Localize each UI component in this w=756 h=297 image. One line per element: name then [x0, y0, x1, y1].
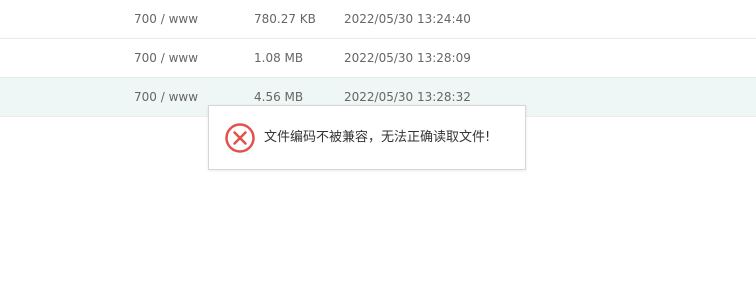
error-message: 文件编码不被兼容，无法正确读取文件! — [264, 130, 491, 145]
permission-cell: 700 / www — [134, 12, 199, 26]
table-row[interactable]: 700 / www 780.27 KB 2022/05/30 13:24:40 — [0, 0, 756, 39]
error-x-circle-icon — [224, 122, 256, 154]
modified-time-cell: 2022/05/30 13:28:09 — [344, 51, 471, 65]
size-cell: 1.08 MB — [254, 51, 304, 65]
table-row[interactable]: 700 / www 1.08 MB 2022/05/30 13:28:09 — [0, 39, 756, 78]
file-manager-view: 700 / www 780.27 KB 2022/05/30 13:24:40 … — [0, 0, 756, 297]
size-cell: 780.27 KB — [254, 12, 316, 26]
error-toast: 文件编码不被兼容，无法正确读取文件! — [208, 105, 526, 170]
permission-cell: 700 / www — [134, 90, 199, 104]
modified-time-cell: 2022/05/30 13:24:40 — [344, 12, 471, 26]
permission-cell: 700 / www — [134, 51, 199, 65]
